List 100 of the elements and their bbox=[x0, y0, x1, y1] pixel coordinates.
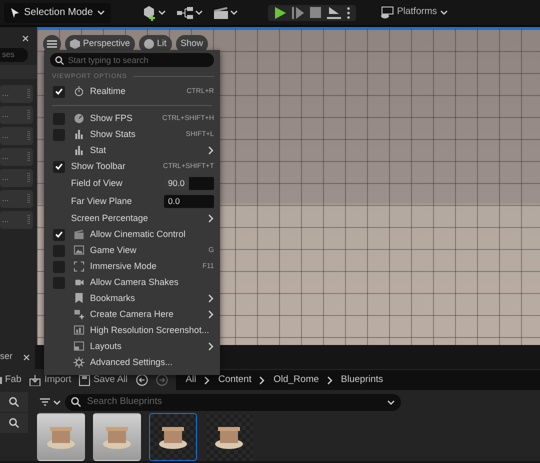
menu-item-label: Stat bbox=[90, 144, 106, 157]
blueprint-button[interactable] bbox=[176, 6, 203, 20]
checkbox[interactable] bbox=[53, 244, 65, 257]
menu-item-label: Create Camera Here bbox=[90, 308, 174, 321]
outliner-row[interactable]: ... bbox=[0, 148, 33, 166]
import-icon bbox=[29, 374, 42, 386]
outliner-row[interactable]: ... bbox=[0, 106, 33, 124]
menu-item[interactable]: Stat bbox=[50, 142, 214, 159]
menu-item-label: High Resolution Screenshot... bbox=[90, 324, 210, 337]
eject-icon[interactable] bbox=[326, 6, 341, 18]
search-placeholder: Search Blueprints bbox=[87, 394, 162, 409]
gauge-icon bbox=[73, 113, 85, 124]
menu-item[interactable]: Allow Camera Shakes bbox=[50, 274, 214, 291]
monitor-gamepad-icon bbox=[380, 6, 394, 19]
content-browser-tab[interactable]: ser bbox=[0, 345, 35, 369]
menu-icon bbox=[47, 40, 57, 48]
toolbar-button[interactable]: Save All bbox=[79, 372, 128, 388]
grip-icon bbox=[27, 152, 30, 162]
checkbox[interactable] bbox=[53, 276, 65, 289]
checkbox[interactable] bbox=[53, 86, 65, 98]
close-icon[interactable] bbox=[22, 34, 29, 42]
menu-item[interactable]: Layouts bbox=[50, 338, 214, 355]
menu-item[interactable]: Bookmarks bbox=[50, 290, 214, 307]
grip-icon bbox=[27, 110, 30, 120]
checkbox[interactable] bbox=[53, 128, 65, 141]
outliner-row[interactable]: ... bbox=[0, 169, 33, 187]
stopwatch-icon bbox=[73, 86, 85, 98]
breadcrumb-link[interactable]: Blueprints bbox=[340, 372, 384, 388]
outliner-row[interactable]: ... bbox=[0, 85, 33, 103]
play-icon[interactable] bbox=[274, 6, 286, 18]
number-field[interactable]: 0.0 bbox=[164, 195, 214, 208]
platforms-dropdown[interactable]: Platforms bbox=[380, 5, 448, 20]
toolbar-button[interactable]: Fab bbox=[0, 372, 22, 388]
search-placeholder: Start typing to search bbox=[68, 54, 148, 66]
more-icon[interactable] bbox=[346, 6, 350, 18]
picture-icon bbox=[73, 245, 85, 256]
search-icon bbox=[9, 397, 19, 407]
step-icon[interactable] bbox=[292, 6, 304, 18]
bars-icon bbox=[73, 145, 85, 156]
breadcrumb-link[interactable]: Content bbox=[218, 372, 252, 388]
clapperboard-icon bbox=[212, 6, 229, 20]
checkbox[interactable] bbox=[53, 160, 65, 173]
menu-item-label: Layouts bbox=[90, 340, 122, 353]
filter-icon bbox=[40, 398, 50, 406]
menu-item-label: Advanced Settings... bbox=[90, 356, 173, 369]
row-text: ... bbox=[2, 88, 9, 100]
bars-icon bbox=[73, 129, 85, 140]
menu-item[interactable]: Advanced Settings... bbox=[50, 354, 214, 371]
search-icon bbox=[71, 397, 81, 407]
search-button[interactable] bbox=[0, 413, 28, 433]
check-icon bbox=[55, 88, 63, 96]
search-button[interactable] bbox=[0, 392, 28, 412]
menu-item-label: Immersive Mode bbox=[90, 260, 157, 273]
toolbar-button[interactable]: Import bbox=[29, 372, 72, 388]
back-icon[interactable] bbox=[136, 374, 148, 386]
menu-item-label: Allow Camera Shakes bbox=[90, 276, 179, 289]
asset-thumbnail[interactable] bbox=[37, 413, 85, 461]
row-text: ... bbox=[2, 151, 9, 163]
search-icon bbox=[55, 56, 64, 64]
selection-mode-dropdown[interactable]: Selection Mode bbox=[4, 2, 111, 22]
menu-item[interactable]: High Resolution Screenshot... bbox=[50, 322, 214, 339]
outliner-row[interactable]: ... bbox=[0, 190, 33, 208]
outliner-row[interactable]: ... bbox=[0, 211, 33, 229]
chevron-right-icon bbox=[208, 146, 214, 156]
check-icon bbox=[55, 163, 63, 170]
close-icon[interactable] bbox=[23, 354, 30, 360]
breadcrumb-link[interactable]: All bbox=[186, 372, 196, 388]
forward-icon[interactable] bbox=[156, 374, 168, 386]
breadcrumb-link[interactable]: Old_Rome bbox=[273, 372, 319, 388]
caret-icon bbox=[440, 9, 448, 16]
menu-item[interactable]: Allow Cinematic Control bbox=[50, 226, 214, 243]
checkbox[interactable] bbox=[53, 112, 65, 125]
caret-icon bbox=[96, 9, 105, 16]
checkbox[interactable] bbox=[53, 260, 65, 273]
caret-icon bbox=[387, 398, 395, 406]
menu-item-label: Game View bbox=[90, 244, 136, 257]
gear-icon bbox=[73, 357, 85, 368]
asset-thumbnail[interactable] bbox=[93, 413, 141, 461]
caret-icon bbox=[158, 9, 166, 16]
camera-plus-icon bbox=[73, 309, 85, 320]
caret-icon bbox=[230, 9, 238, 16]
menu-item-label: Realtime bbox=[90, 85, 126, 98]
grip-icon bbox=[27, 131, 30, 141]
number-field[interactable]: 90.0 bbox=[164, 177, 214, 190]
asset-thumbnail[interactable] bbox=[205, 413, 253, 461]
layout-icon bbox=[73, 341, 85, 352]
menu-item-label: Bookmarks bbox=[90, 292, 136, 305]
menu-item[interactable]: Screen Percentage bbox=[50, 210, 214, 227]
checkbox[interactable] bbox=[53, 228, 65, 241]
caret-icon bbox=[53, 398, 61, 406]
asset-thumbnail[interactable] bbox=[149, 413, 197, 461]
menu-item[interactable]: Create Camera Here bbox=[50, 306, 214, 323]
save-icon bbox=[79, 374, 90, 386]
stop-icon[interactable] bbox=[310, 7, 321, 18]
outliner-row[interactable]: ... bbox=[0, 127, 33, 145]
cinematics-button[interactable] bbox=[212, 6, 238, 20]
clapperboard-icon bbox=[73, 229, 85, 240]
filter-button[interactable] bbox=[40, 398, 61, 406]
chevron-right-icon bbox=[208, 214, 214, 224]
sphere-icon bbox=[144, 39, 154, 49]
